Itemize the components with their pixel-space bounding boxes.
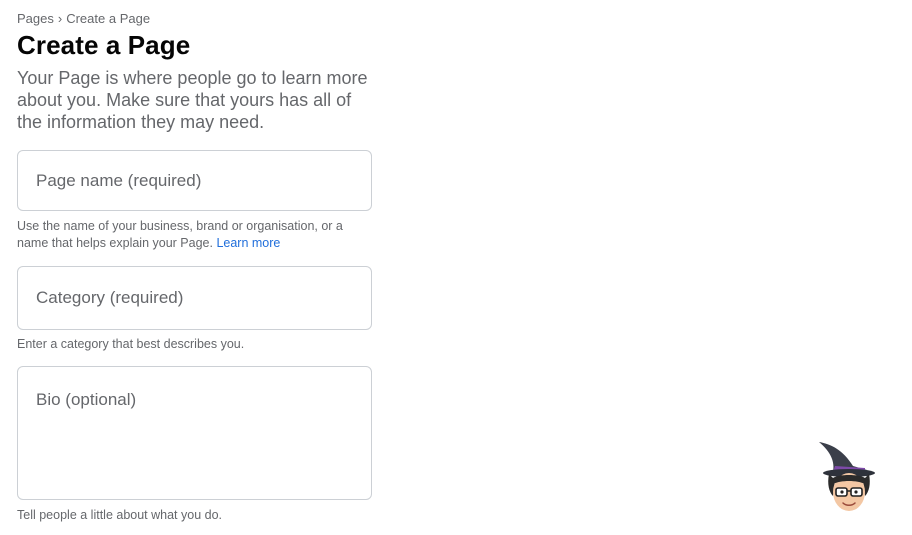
page-title: Create a Page [17, 30, 191, 60]
page-description: Your Page is where people go to learn mo… [17, 68, 368, 132]
page-name-help: Use the name of your business, brand or … [17, 218, 367, 252]
breadcrumb-separator: › [57, 11, 63, 26]
breadcrumb-current: Create a Page [66, 11, 151, 26]
page-name-input[interactable] [17, 150, 372, 211]
learn-more-link[interactable]: Learn more [216, 236, 280, 250]
wizard-avatar-icon [815, 440, 879, 514]
breadcrumb: Pages › Create a Page [17, 11, 150, 26]
bio-textarea[interactable] [17, 366, 372, 500]
category-help: Enter a category that best describes you… [17, 337, 245, 351]
bio-help: Tell people a little about what you do. [17, 508, 222, 522]
breadcrumb-pages-link[interactable]: Pages [17, 11, 54, 26]
page-name-help-text: Use the name of your business, brand or … [17, 219, 343, 250]
create-page-form: Pages › Create a Page Create a Page Your P… [0, 0, 912, 535]
category-input[interactable] [17, 266, 372, 330]
